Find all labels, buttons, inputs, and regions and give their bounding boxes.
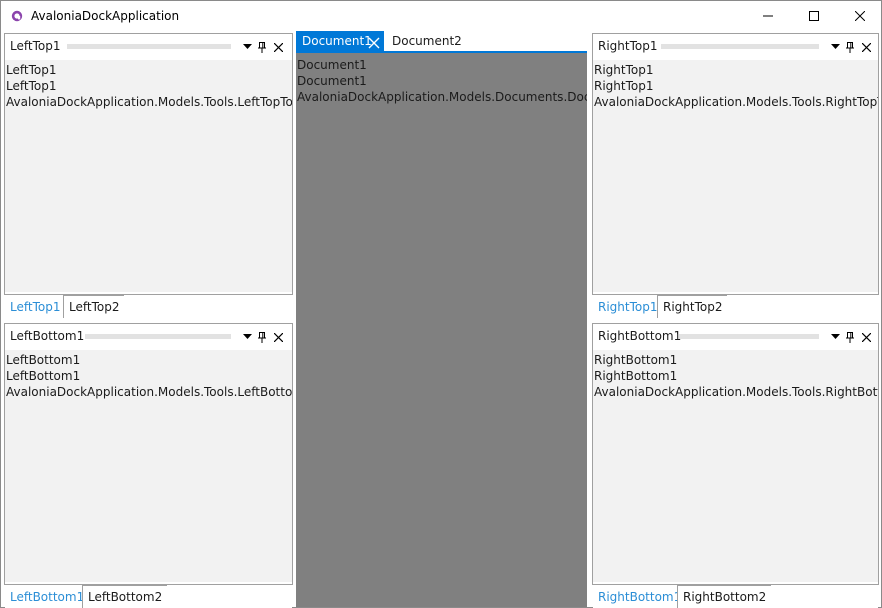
content-text: RightTop1 [594, 63, 654, 77]
chevron-down-icon[interactable] [829, 40, 841, 54]
document-tab-strip: Document1 Document2 [296, 31, 587, 53]
window-title: AvaloniaDockApplication [31, 9, 180, 23]
close-window-button[interactable] [837, 1, 882, 31]
pin-icon[interactable] [844, 330, 856, 344]
minimize-icon [763, 15, 773, 17]
tool-title: LeftBottom1 [10, 329, 85, 343]
pin-icon[interactable] [256, 40, 268, 54]
tool-header[interactable]: RightBottom1 [593, 324, 878, 350]
tab-rightbottom2[interactable]: RightBottom2 [677, 585, 772, 608]
close-icon[interactable] [368, 35, 380, 49]
tool-header[interactable]: LeftBottom1 [5, 324, 292, 350]
content-text: RightTop1 [594, 79, 654, 93]
content-text: RightBottom1 [594, 353, 678, 367]
tab-leftbottom1[interactable]: LeftBottom1 [5, 586, 90, 608]
close-icon[interactable] [272, 40, 284, 54]
tab-rightbottom1[interactable]: RightBottom1 [593, 586, 687, 608]
content-text: LeftBottom1 [6, 353, 81, 367]
tool-content: LeftTop1 LeftTop1 AvaloniaDockApplicatio… [5, 60, 292, 292]
title-bar[interactable]: AvaloniaDockApplication [1, 1, 881, 31]
document-content: Document1 Document1 AvaloniaDockApplicat… [296, 53, 587, 607]
content-text: LeftTop1 [6, 63, 57, 77]
close-icon[interactable] [272, 330, 284, 344]
content-text: Document1 [297, 74, 367, 88]
tool-pane-right-bottom: RightBottom1 RightBottom1 RightBottom1 A… [592, 323, 879, 608]
tab-leftbottom2[interactable]: LeftBottom2 [82, 585, 168, 608]
tab-label: Document2 [392, 34, 462, 48]
maximize-button[interactable] [791, 1, 837, 31]
content-text: LeftTop1 [6, 79, 57, 93]
minimize-button[interactable] [745, 1, 791, 31]
content-text: LeftBottom1 [6, 369, 81, 383]
maximize-icon [809, 11, 819, 21]
tool-content: RightBottom1 RightBottom1 AvaloniaDockAp… [593, 350, 878, 582]
chevron-down-icon[interactable] [241, 330, 253, 344]
content-text: AvaloniaDockApplication.Models.Tools.Rig… [594, 385, 878, 399]
tool-tab-strip: RightBottom1 RightBottom2 [593, 585, 878, 608]
content-text: AvaloniaDockApplication.Models.Documents… [297, 90, 587, 104]
tool-pane-right-top: RightTop1 RightTop1 RightTop1 AvaloniaDo… [592, 33, 879, 318]
tool-title: RightTop1 [598, 39, 658, 53]
drag-grip-handle[interactable] [67, 44, 231, 49]
app-window: AvaloniaDockApplication LeftTop1 LeftTop… [0, 0, 882, 608]
tool-content: RightTop1 RightTop1 AvaloniaDockApplicat… [593, 60, 878, 292]
pin-icon[interactable] [844, 40, 856, 54]
tab-label: Document1 [302, 34, 372, 48]
document-pane: Document1 Document2 Document1 Document1 … [296, 31, 587, 607]
tool-tab-strip: RightTop1 RightTop2 [593, 295, 878, 318]
tool-pane-left-bottom: LeftBottom1 LeftBottom1 LeftBottom1 Aval… [4, 323, 293, 608]
content-text: Document1 [297, 58, 367, 72]
tool-header[interactable]: LeftTop1 [5, 34, 292, 60]
chevron-down-icon[interactable] [829, 330, 841, 344]
tab-document2[interactable]: Document2 [386, 31, 462, 51]
pin-icon[interactable] [256, 330, 268, 344]
tool-title: RightBottom1 [598, 329, 682, 343]
content-text: RightBottom1 [594, 369, 678, 383]
content-text: AvaloniaDockApplication.Models.Tools.Lef… [6, 385, 292, 399]
drag-grip-handle[interactable] [661, 44, 819, 49]
tab-document1[interactable]: Document1 [296, 31, 384, 51]
tool-content: LeftBottom1 LeftBottom1 AvaloniaDockAppl… [5, 350, 292, 582]
tab-lefttop1[interactable]: LeftTop1 [5, 296, 66, 318]
chevron-down-icon[interactable] [241, 40, 253, 54]
tab-lefttop2[interactable]: LeftTop2 [63, 295, 125, 318]
close-icon [855, 11, 865, 21]
tool-title: LeftTop1 [10, 39, 61, 53]
content-text: AvaloniaDockApplication.Models.Tools.Rig… [594, 95, 878, 109]
tab-righttop2[interactable]: RightTop2 [657, 295, 728, 318]
tab-righttop1[interactable]: RightTop1 [593, 296, 663, 318]
content-text: AvaloniaDockApplication.Models.Tools.Lef… [6, 95, 292, 109]
close-icon[interactable] [860, 40, 872, 54]
avalonia-logo-icon [11, 10, 23, 22]
tool-pane-left-top: LeftTop1 LeftTop1 LeftTop1 AvaloniaDockA… [4, 33, 293, 318]
tool-header[interactable]: RightTop1 [593, 34, 878, 60]
close-icon[interactable] [860, 330, 872, 344]
drag-grip-handle[interactable] [85, 334, 231, 339]
tool-tab-strip: LeftTop1 LeftTop2 [5, 295, 292, 318]
tool-tab-strip: LeftBottom1 LeftBottom2 [5, 585, 292, 608]
drag-grip-handle[interactable] [677, 334, 819, 339]
